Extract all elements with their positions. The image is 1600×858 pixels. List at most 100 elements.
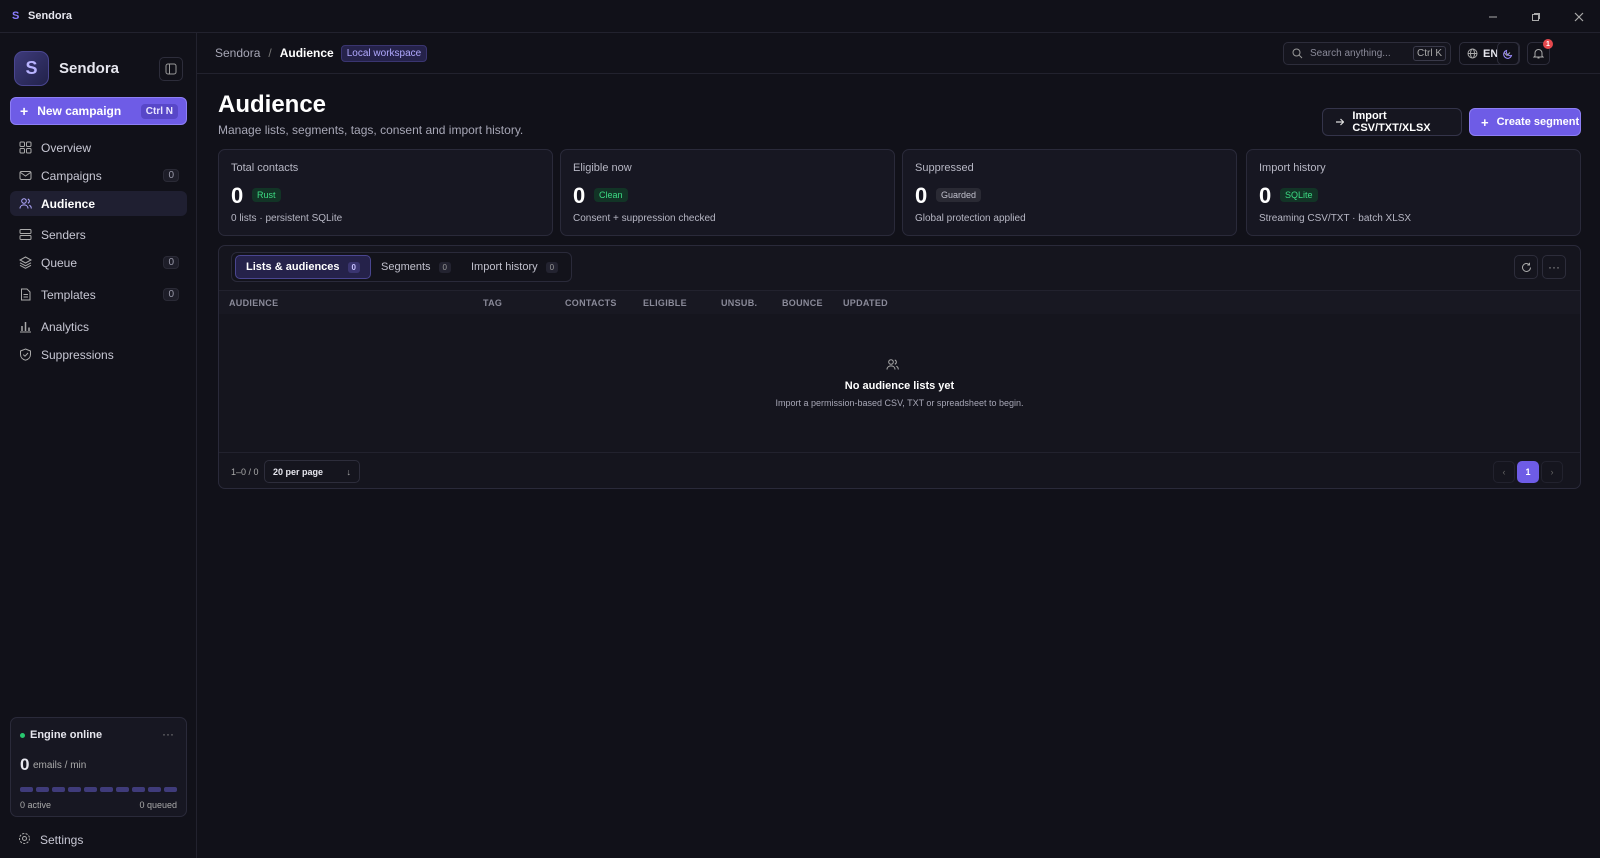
breadcrumb-separator: / bbox=[268, 46, 272, 60]
import-button[interactable]: Import CSV/TXT/XLSX bbox=[1322, 108, 1462, 136]
count-badge: 0 bbox=[163, 256, 179, 269]
sidebar-item-settings[interactable]: Settings bbox=[18, 832, 83, 848]
close-icon[interactable] bbox=[1557, 0, 1600, 33]
theme-toggle-button[interactable] bbox=[1497, 42, 1520, 65]
stat-value: 0 bbox=[1259, 183, 1272, 208]
bar-chart-icon bbox=[18, 320, 32, 334]
online-indicator bbox=[20, 733, 25, 738]
count-badge: 0 bbox=[163, 288, 179, 301]
sidebar-item-templates[interactable]: Templates 0 bbox=[10, 282, 187, 307]
stat-card-suppressed: Suppressed 0 Guarded Global protection a… bbox=[902, 149, 1237, 236]
page-button[interactable]: 1 bbox=[1517, 461, 1539, 483]
tab-count: 0 bbox=[438, 261, 451, 273]
stat-card-import-history: Import history 0 SQLite Streaming CSV/TX… bbox=[1246, 149, 1581, 236]
sidebar-item-label: Overview bbox=[41, 140, 92, 155]
window-titlebar: S Sendora bbox=[0, 0, 1600, 33]
create-segment-button[interactable]: + Create segment bbox=[1469, 108, 1581, 136]
audience-panel: Lists & audiences 0 Segments 0 Import hi… bbox=[218, 245, 1581, 489]
sidebar-item-label: Analytics bbox=[41, 319, 90, 334]
restore-icon[interactable] bbox=[1514, 0, 1557, 33]
more-icon[interactable]: ··· bbox=[162, 727, 174, 741]
tab-count: 0 bbox=[347, 261, 360, 273]
stat-card-total-contacts: Total contacts 0 Rust 0 lists · persiste… bbox=[218, 149, 553, 236]
plus-icon: + bbox=[1481, 114, 1489, 130]
stat-label: Suppressed bbox=[915, 162, 974, 174]
stat-value: 0 bbox=[573, 183, 586, 208]
sidebar-item-overview[interactable]: Overview bbox=[10, 135, 187, 160]
stat-badge: Rust bbox=[252, 188, 281, 202]
empty-state-description: Import a permission-based CSV, TXT or sp… bbox=[775, 398, 1024, 408]
column-header-eligible[interactable]: ELIGIBLE bbox=[643, 298, 687, 308]
mail-icon bbox=[18, 169, 32, 183]
bell-icon bbox=[1533, 49, 1544, 59]
search-icon bbox=[1292, 48, 1303, 59]
shortcut-hint: Ctrl N bbox=[140, 104, 178, 119]
sidebar-item-label: Queue bbox=[41, 255, 78, 270]
plus-icon: + bbox=[20, 103, 29, 119]
sidebar-item-label: Suppressions bbox=[41, 347, 114, 362]
grid-icon bbox=[18, 141, 32, 155]
tab-lists-audiences[interactable]: Lists & audiences 0 bbox=[235, 255, 371, 279]
count-badge: 0 bbox=[163, 169, 179, 182]
next-page-button[interactable]: › bbox=[1541, 461, 1563, 483]
stat-description: 0 lists · persistent SQLite bbox=[231, 213, 343, 224]
prev-page-button[interactable]: ‹ bbox=[1493, 461, 1515, 483]
arrow-down-icon: ↓ bbox=[346, 466, 352, 477]
engine-status: Engine online bbox=[30, 729, 103, 741]
activity-bars bbox=[20, 787, 177, 792]
chevron-right-icon: › bbox=[1550, 467, 1554, 477]
sidebar-item-label: Senders bbox=[41, 227, 86, 242]
more-options-button[interactable]: ··· bbox=[1542, 255, 1566, 279]
notifications-button[interactable]: 1 bbox=[1527, 39, 1553, 65]
refresh-icon bbox=[1521, 262, 1531, 272]
globe-icon bbox=[1467, 48, 1478, 59]
tab-import-history[interactable]: Import history 0 bbox=[461, 255, 568, 279]
window-controls bbox=[1471, 0, 1600, 33]
send-rate-unit: emails / min bbox=[33, 760, 87, 771]
column-header-updated[interactable]: UPDATED bbox=[843, 298, 888, 308]
column-header-unsub[interactable]: UNSUB. bbox=[721, 298, 757, 308]
collapse-sidebar-button[interactable] bbox=[159, 57, 183, 81]
stat-badge: Clean bbox=[594, 188, 628, 202]
per-page-select[interactable]: 20 per page ↓ bbox=[264, 460, 360, 483]
workspace-badge: Local workspace bbox=[340, 44, 428, 62]
new-campaign-button[interactable]: + New campaign Ctrl N bbox=[10, 97, 187, 125]
stat-label: Total contacts bbox=[231, 162, 299, 174]
create-segment-label: Create segment bbox=[1496, 116, 1580, 128]
refresh-button[interactable] bbox=[1514, 255, 1538, 279]
import-button-label: Import CSV/TXT/XLSX bbox=[1352, 110, 1431, 134]
sidebar-item-audience[interactable]: Audience bbox=[10, 191, 187, 216]
brand[interactable]: S Sendora bbox=[14, 51, 119, 86]
tab-bar: Lists & audiences 0 Segments 0 Import hi… bbox=[231, 252, 573, 282]
per-page-value: 20 per page bbox=[273, 466, 324, 477]
sidebar-item-campaigns[interactable]: Campaigns 0 bbox=[10, 163, 187, 188]
sidebar-item-senders[interactable]: Senders bbox=[10, 222, 187, 247]
sidebar-item-queue[interactable]: Queue 0 bbox=[10, 250, 187, 275]
stat-description: Consent + suppression checked bbox=[573, 213, 716, 224]
stat-value: 0 bbox=[231, 183, 244, 208]
shield-icon bbox=[18, 348, 32, 362]
search-placeholder: Search anything... bbox=[1310, 48, 1391, 59]
column-header-audience[interactable]: AUDIENCE bbox=[229, 298, 278, 308]
minimize-icon[interactable] bbox=[1471, 0, 1514, 33]
stat-card-eligible-now: Eligible now 0 Clean Consent + suppressi… bbox=[560, 149, 895, 236]
column-header-bounce[interactable]: BOUNCE bbox=[782, 298, 823, 308]
queued-count: 0 queued bbox=[139, 800, 177, 810]
table-header: AUDIENCE TAG CONTACTS ELIGIBLE UNSUB. BO… bbox=[219, 290, 1580, 314]
breadcrumb-root[interactable]: Sendora bbox=[215, 46, 260, 60]
sidebar-item-analytics[interactable]: Analytics bbox=[10, 314, 187, 339]
layers-icon bbox=[18, 256, 32, 270]
active-count: 0 active bbox=[20, 800, 52, 810]
pagination-range: 1–0 / 0 bbox=[231, 467, 259, 477]
column-header-contacts[interactable]: CONTACTS bbox=[565, 298, 617, 308]
gear-icon bbox=[18, 832, 31, 848]
stat-description: Global protection applied bbox=[915, 213, 1026, 224]
sidebar-item-suppressions[interactable]: Suppressions bbox=[10, 342, 187, 367]
users-icon bbox=[886, 358, 899, 374]
empty-state-title: No audience lists yet bbox=[844, 380, 955, 392]
tab-label: Lists & audiences bbox=[246, 261, 340, 273]
tab-segments[interactable]: Segments 0 bbox=[371, 255, 461, 279]
column-header-tag[interactable]: TAG bbox=[483, 298, 502, 308]
search-input[interactable]: Search anything... Ctrl K bbox=[1283, 42, 1451, 65]
language-label: EN bbox=[1483, 47, 1499, 60]
